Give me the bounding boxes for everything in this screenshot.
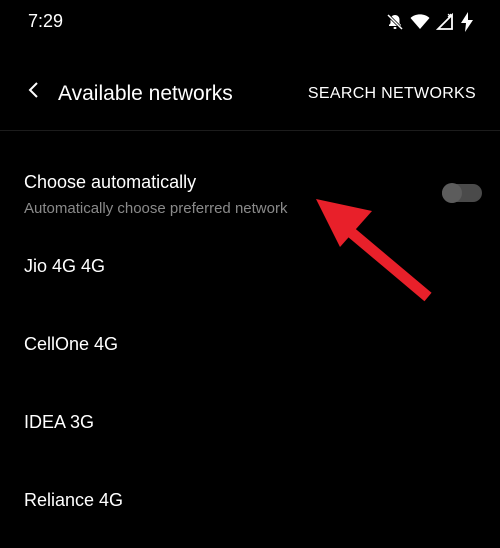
choose-automatically-label: Choose automatically <box>24 172 197 192</box>
status-bar: 7:29 <box>0 0 500 44</box>
auto-select-toggle[interactable] <box>440 182 484 204</box>
network-item-cellone[interactable]: CellOne 4G <box>0 306 500 384</box>
choose-automatically-row[interactable]: Choose automatically Automatically choos… <box>0 150 500 228</box>
status-time: 7:29 <box>28 11 64 31</box>
network-label: IDEA 3G <box>24 412 95 432</box>
network-item-idea[interactable]: IDEA 3G <box>0 384 500 462</box>
app-bar: Available networks SEARCH NETWORKS <box>0 60 500 131</box>
network-label: Reliance 4G <box>24 490 124 510</box>
bell-muted-icon <box>386 13 404 31</box>
network-label: CellOne 4G <box>24 334 119 354</box>
page-title: Available networks <box>58 82 233 105</box>
back-button[interactable] <box>16 74 52 110</box>
chevron-left-icon <box>27 80 41 105</box>
search-networks-button[interactable]: SEARCH NETWORKS <box>308 85 476 103</box>
network-item-jio[interactable]: Jio 4G 4G <box>0 228 500 306</box>
network-list: Choose automatically Automatically choos… <box>0 150 500 540</box>
wifi-icon <box>410 14 430 30</box>
battery-charging-icon <box>460 12 474 32</box>
toggle-thumb <box>442 183 462 203</box>
network-item-reliance[interactable]: Reliance 4G <box>0 462 500 540</box>
choose-automatically-subtitle: Automatically choose preferred network <box>24 200 288 217</box>
network-label: Jio 4G 4G <box>24 256 106 276</box>
status-icons <box>386 12 474 32</box>
cellular-signal-icon <box>436 13 454 31</box>
